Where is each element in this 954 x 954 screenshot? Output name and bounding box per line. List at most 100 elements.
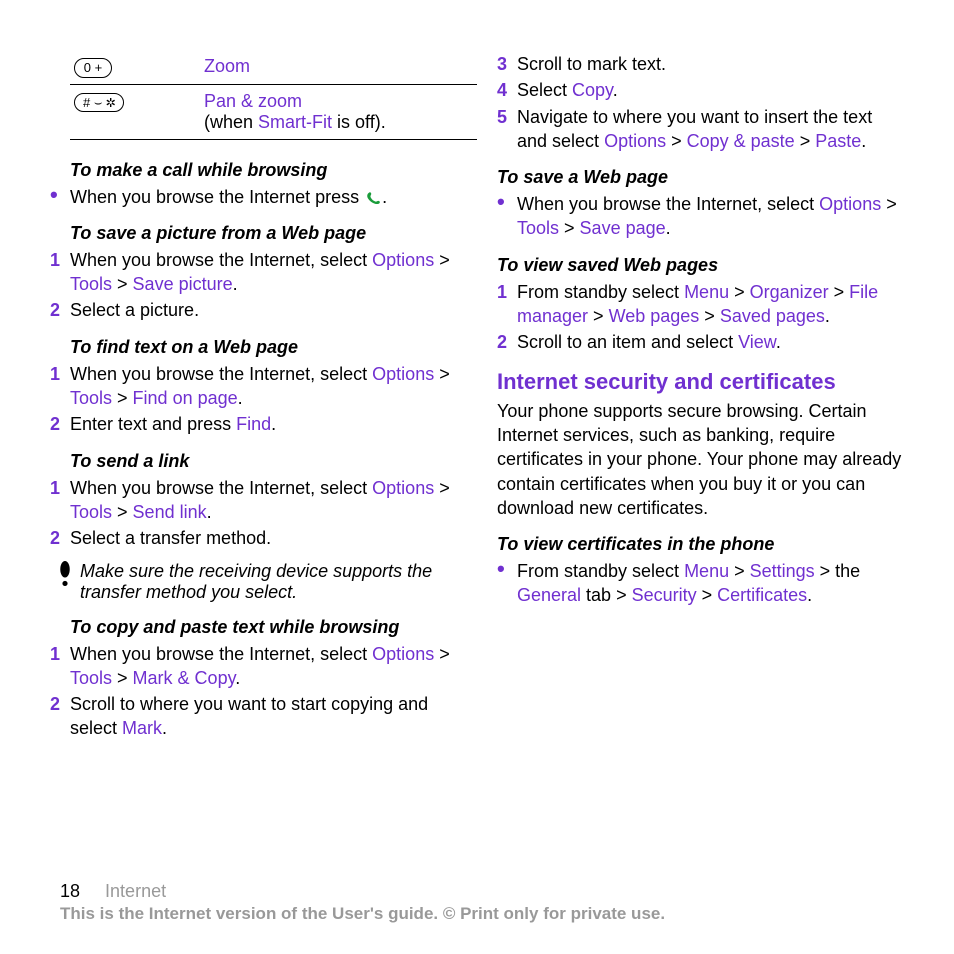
zoom-link: Zoom [204, 56, 250, 76]
security-link: Security [632, 585, 697, 605]
step-body: Navigate to where you want to insert the… [517, 105, 904, 154]
t: . [776, 332, 781, 352]
t: . [807, 585, 812, 605]
step-num: 1 [50, 476, 70, 500]
options-link: Options [372, 364, 434, 384]
t: . [162, 718, 167, 738]
note-box: Make sure the receiving device supports … [50, 561, 457, 603]
call-post: . [382, 187, 387, 207]
subhead-find: To find text on a Web page [70, 337, 457, 358]
t: > [729, 561, 750, 581]
t: > [666, 131, 687, 151]
send-link-link: Send link [133, 502, 207, 522]
t: > [112, 502, 133, 522]
mark-copy-link: Mark & Copy [133, 668, 236, 688]
step-num: 3 [497, 52, 517, 76]
t: > [112, 274, 133, 294]
bullet-marker: • [497, 192, 517, 212]
t: From standby select [517, 561, 684, 581]
t: When you browse the Internet, select [70, 644, 372, 664]
t: . [207, 502, 212, 522]
organizer-link: Organizer [750, 282, 829, 302]
step-num: 1 [50, 248, 70, 272]
menu-link: Menu [684, 561, 729, 581]
security-para: Your phone supports secure browsing. Cer… [497, 399, 904, 520]
t: . [238, 388, 243, 408]
mark-link: Mark [122, 718, 162, 738]
pan-note-pre: (when [204, 112, 258, 132]
t: . [825, 306, 830, 326]
t: . [233, 274, 238, 294]
page-number: 18 [60, 881, 80, 901]
step-body: When you browse the Internet, select Opt… [70, 642, 457, 691]
t: > [434, 250, 450, 270]
warning-icon [50, 561, 80, 603]
t: > [434, 364, 450, 384]
call-body: When you browse the Internet press . [70, 185, 457, 209]
t: > [795, 131, 816, 151]
t: > [434, 644, 450, 664]
key-table: 0 + Zoom # ⌣ ✲ Pan & zoom (when Smart-Fi… [70, 50, 477, 140]
subhead-save-pic: To save a picture from a Web page [70, 223, 457, 244]
t: . [271, 414, 276, 434]
call-icon [364, 187, 382, 207]
call-pre: When you browse the Internet press [70, 187, 364, 207]
subhead-certs: To view certificates in the phone [497, 534, 904, 555]
step-body: From standby select Menu > Organizer > F… [517, 280, 904, 329]
t: Select [517, 80, 572, 100]
t: Enter text and press [70, 414, 236, 434]
t: When you browse the Internet, select [70, 364, 372, 384]
tools-link: Tools [70, 668, 112, 688]
page-footer: 18 Internet This is the Internet version… [60, 881, 904, 924]
step-body: When you browse the Internet, select Opt… [70, 248, 457, 297]
t: > [112, 668, 133, 688]
t: tab > [581, 585, 632, 605]
web-pages-link: Web pages [609, 306, 700, 326]
step-body: Select a picture. [70, 298, 457, 322]
step-body: Enter text and press Find. [70, 412, 457, 436]
step-num: 4 [497, 78, 517, 102]
subhead-call: To make a call while browsing [70, 160, 457, 181]
step-body: When you browse the Internet, select Opt… [70, 362, 457, 411]
pan-note-post: is off). [332, 112, 386, 132]
subhead-copy: To copy and paste text while browsing [70, 617, 457, 638]
step-body: Scroll to where you want to start copyin… [70, 692, 457, 741]
subhead-view-saved: To view saved Web pages [497, 255, 904, 276]
step-body: From standby select Menu > Settings > th… [517, 559, 904, 608]
step-num: 1 [497, 280, 517, 304]
options-link: Options [604, 131, 666, 151]
t: From standby select [517, 282, 684, 302]
step-num: 2 [50, 692, 70, 716]
subhead-save-page: To save a Web page [497, 167, 904, 188]
t: . [235, 668, 240, 688]
t: When you browse the Internet, select [70, 478, 372, 498]
paste-link: Paste [815, 131, 861, 151]
options-link: Options [819, 194, 881, 214]
copy-link: Copy [572, 80, 613, 100]
step-num: 2 [50, 526, 70, 550]
find-link: Find [236, 414, 271, 434]
menu-link: Menu [684, 282, 729, 302]
general-link: General [517, 585, 581, 605]
find-on-page-link: Find on page [133, 388, 238, 408]
subhead-send-link: To send a link [70, 451, 457, 472]
t: > [434, 478, 450, 498]
certificates-link: Certificates [717, 585, 807, 605]
pan-zoom-link: Pan & zoom [204, 91, 302, 111]
step-num: 2 [50, 298, 70, 322]
bullet-marker: • [50, 185, 70, 205]
t: When you browse the Internet, select [70, 250, 372, 270]
tools-link: Tools [70, 274, 112, 294]
tools-link: Tools [70, 388, 112, 408]
t: Scroll to an item and select [517, 332, 738, 352]
copy-paste-link: Copy & paste [687, 131, 795, 151]
key-icon-pan: # ⌣ ✲ [74, 93, 124, 113]
options-link: Options [372, 250, 434, 270]
step-num: 2 [497, 330, 517, 354]
save-picture-link: Save picture [133, 274, 233, 294]
options-link: Options [372, 644, 434, 664]
step-body: Select a transfer method. [70, 526, 457, 550]
view-link: View [738, 332, 776, 352]
t: > [588, 306, 609, 326]
step-body: When you browse the Internet, select Opt… [70, 476, 457, 525]
